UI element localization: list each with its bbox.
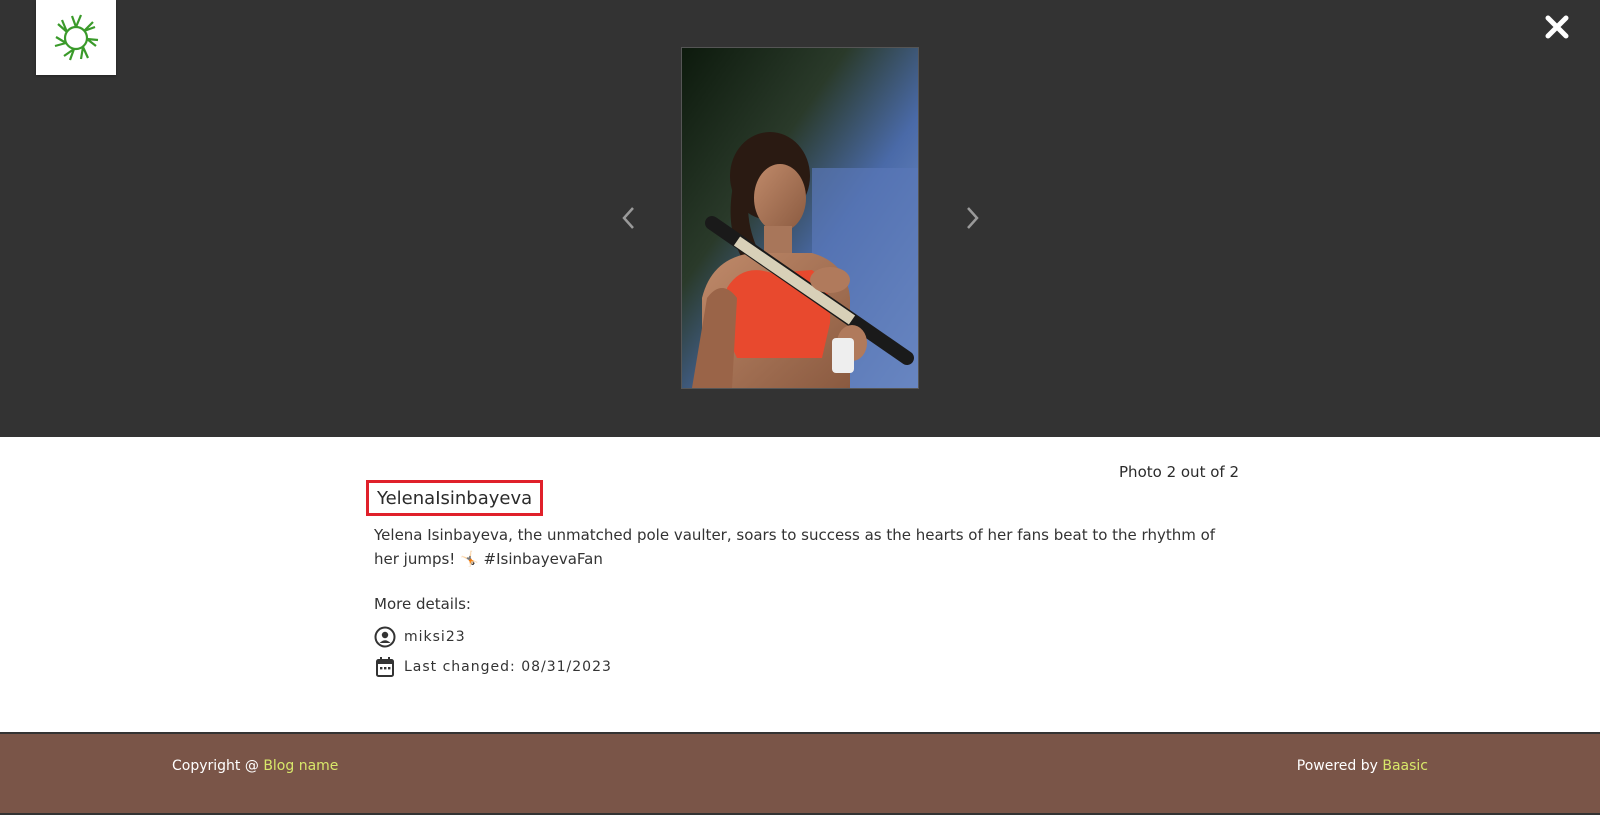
athlete-photo-image: [682, 48, 918, 388]
photo-description: Yelena Isinbayeva, the unmatched pole va…: [374, 526, 1216, 568]
site-footer: Copyright @ Blog name Powered by Baasic: [0, 732, 1600, 815]
blog-name-link[interactable]: Blog name: [263, 758, 338, 774]
chevron-right-icon: [967, 207, 979, 229]
last-changed-row: Last changed: 08/31/2023: [374, 656, 612, 678]
photo-counter: Photo 2 out of 2: [1119, 463, 1239, 481]
close-button[interactable]: [1540, 10, 1574, 44]
next-photo-button[interactable]: [960, 203, 984, 233]
close-icon: [1545, 15, 1569, 39]
previous-photo-button[interactable]: [617, 203, 641, 233]
chevron-left-icon: [622, 207, 634, 229]
sun-logo-icon: [54, 14, 99, 60]
more-details-label: More details:: [374, 595, 471, 613]
last-changed-text: Last changed: 08/31/2023: [404, 659, 612, 675]
powered-by: Powered by Baasic: [1297, 758, 1428, 774]
powered-prefix: Powered by: [1296, 758, 1383, 774]
user-icon: [374, 626, 396, 648]
photo-viewer: [0, 0, 1600, 437]
photo-title: YelenaIsinbayeva: [366, 480, 544, 516]
copyright-prefix: Copyright @: [172, 758, 264, 774]
baasic-link[interactable]: Baasic: [1382, 758, 1428, 774]
author-row: miksi23: [374, 626, 466, 648]
site-logo[interactable]: [36, 0, 116, 75]
photo: [681, 47, 919, 389]
copyright: Copyright @ Blog name: [172, 758, 338, 774]
author-name[interactable]: miksi23: [404, 629, 466, 645]
calendar-icon: [374, 656, 396, 678]
